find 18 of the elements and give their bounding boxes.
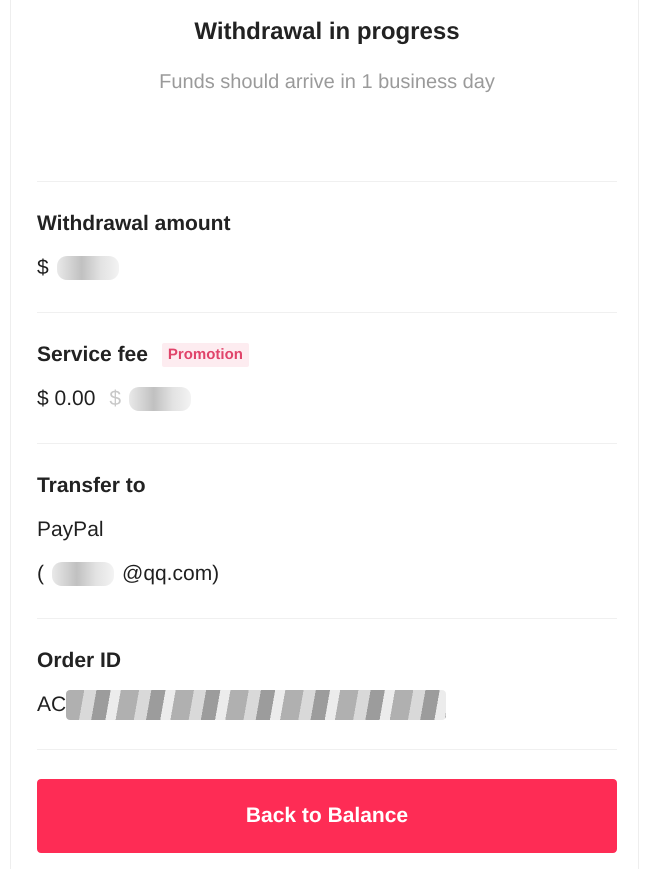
original-price: $: [109, 386, 122, 412]
field-value: AC: [37, 692, 66, 718]
back-to-balance-button[interactable]: Back to Balance: [37, 779, 617, 853]
page-title: Withdrawal in progress: [193, 17, 461, 47]
field-label: Transfer to: [37, 473, 146, 499]
field-value: (: [37, 561, 44, 587]
redaction-blur: [52, 562, 114, 586]
redaction-blur: [56, 256, 119, 280]
subtitle: Funds should arrive in 1 business day: [158, 70, 496, 95]
field-label: Withdrawal amount: [37, 211, 230, 237]
promotion-tag: Promotion: [162, 343, 249, 367]
field-value: $ 0.00: [37, 386, 96, 412]
redaction-blur: [129, 387, 192, 411]
field-label: Service fee: [37, 342, 148, 368]
field-label: Order ID: [37, 648, 122, 674]
field-value: @qq.com): [122, 561, 220, 587]
field-value: PayPal: [37, 517, 104, 543]
field-value: $: [37, 255, 49, 281]
